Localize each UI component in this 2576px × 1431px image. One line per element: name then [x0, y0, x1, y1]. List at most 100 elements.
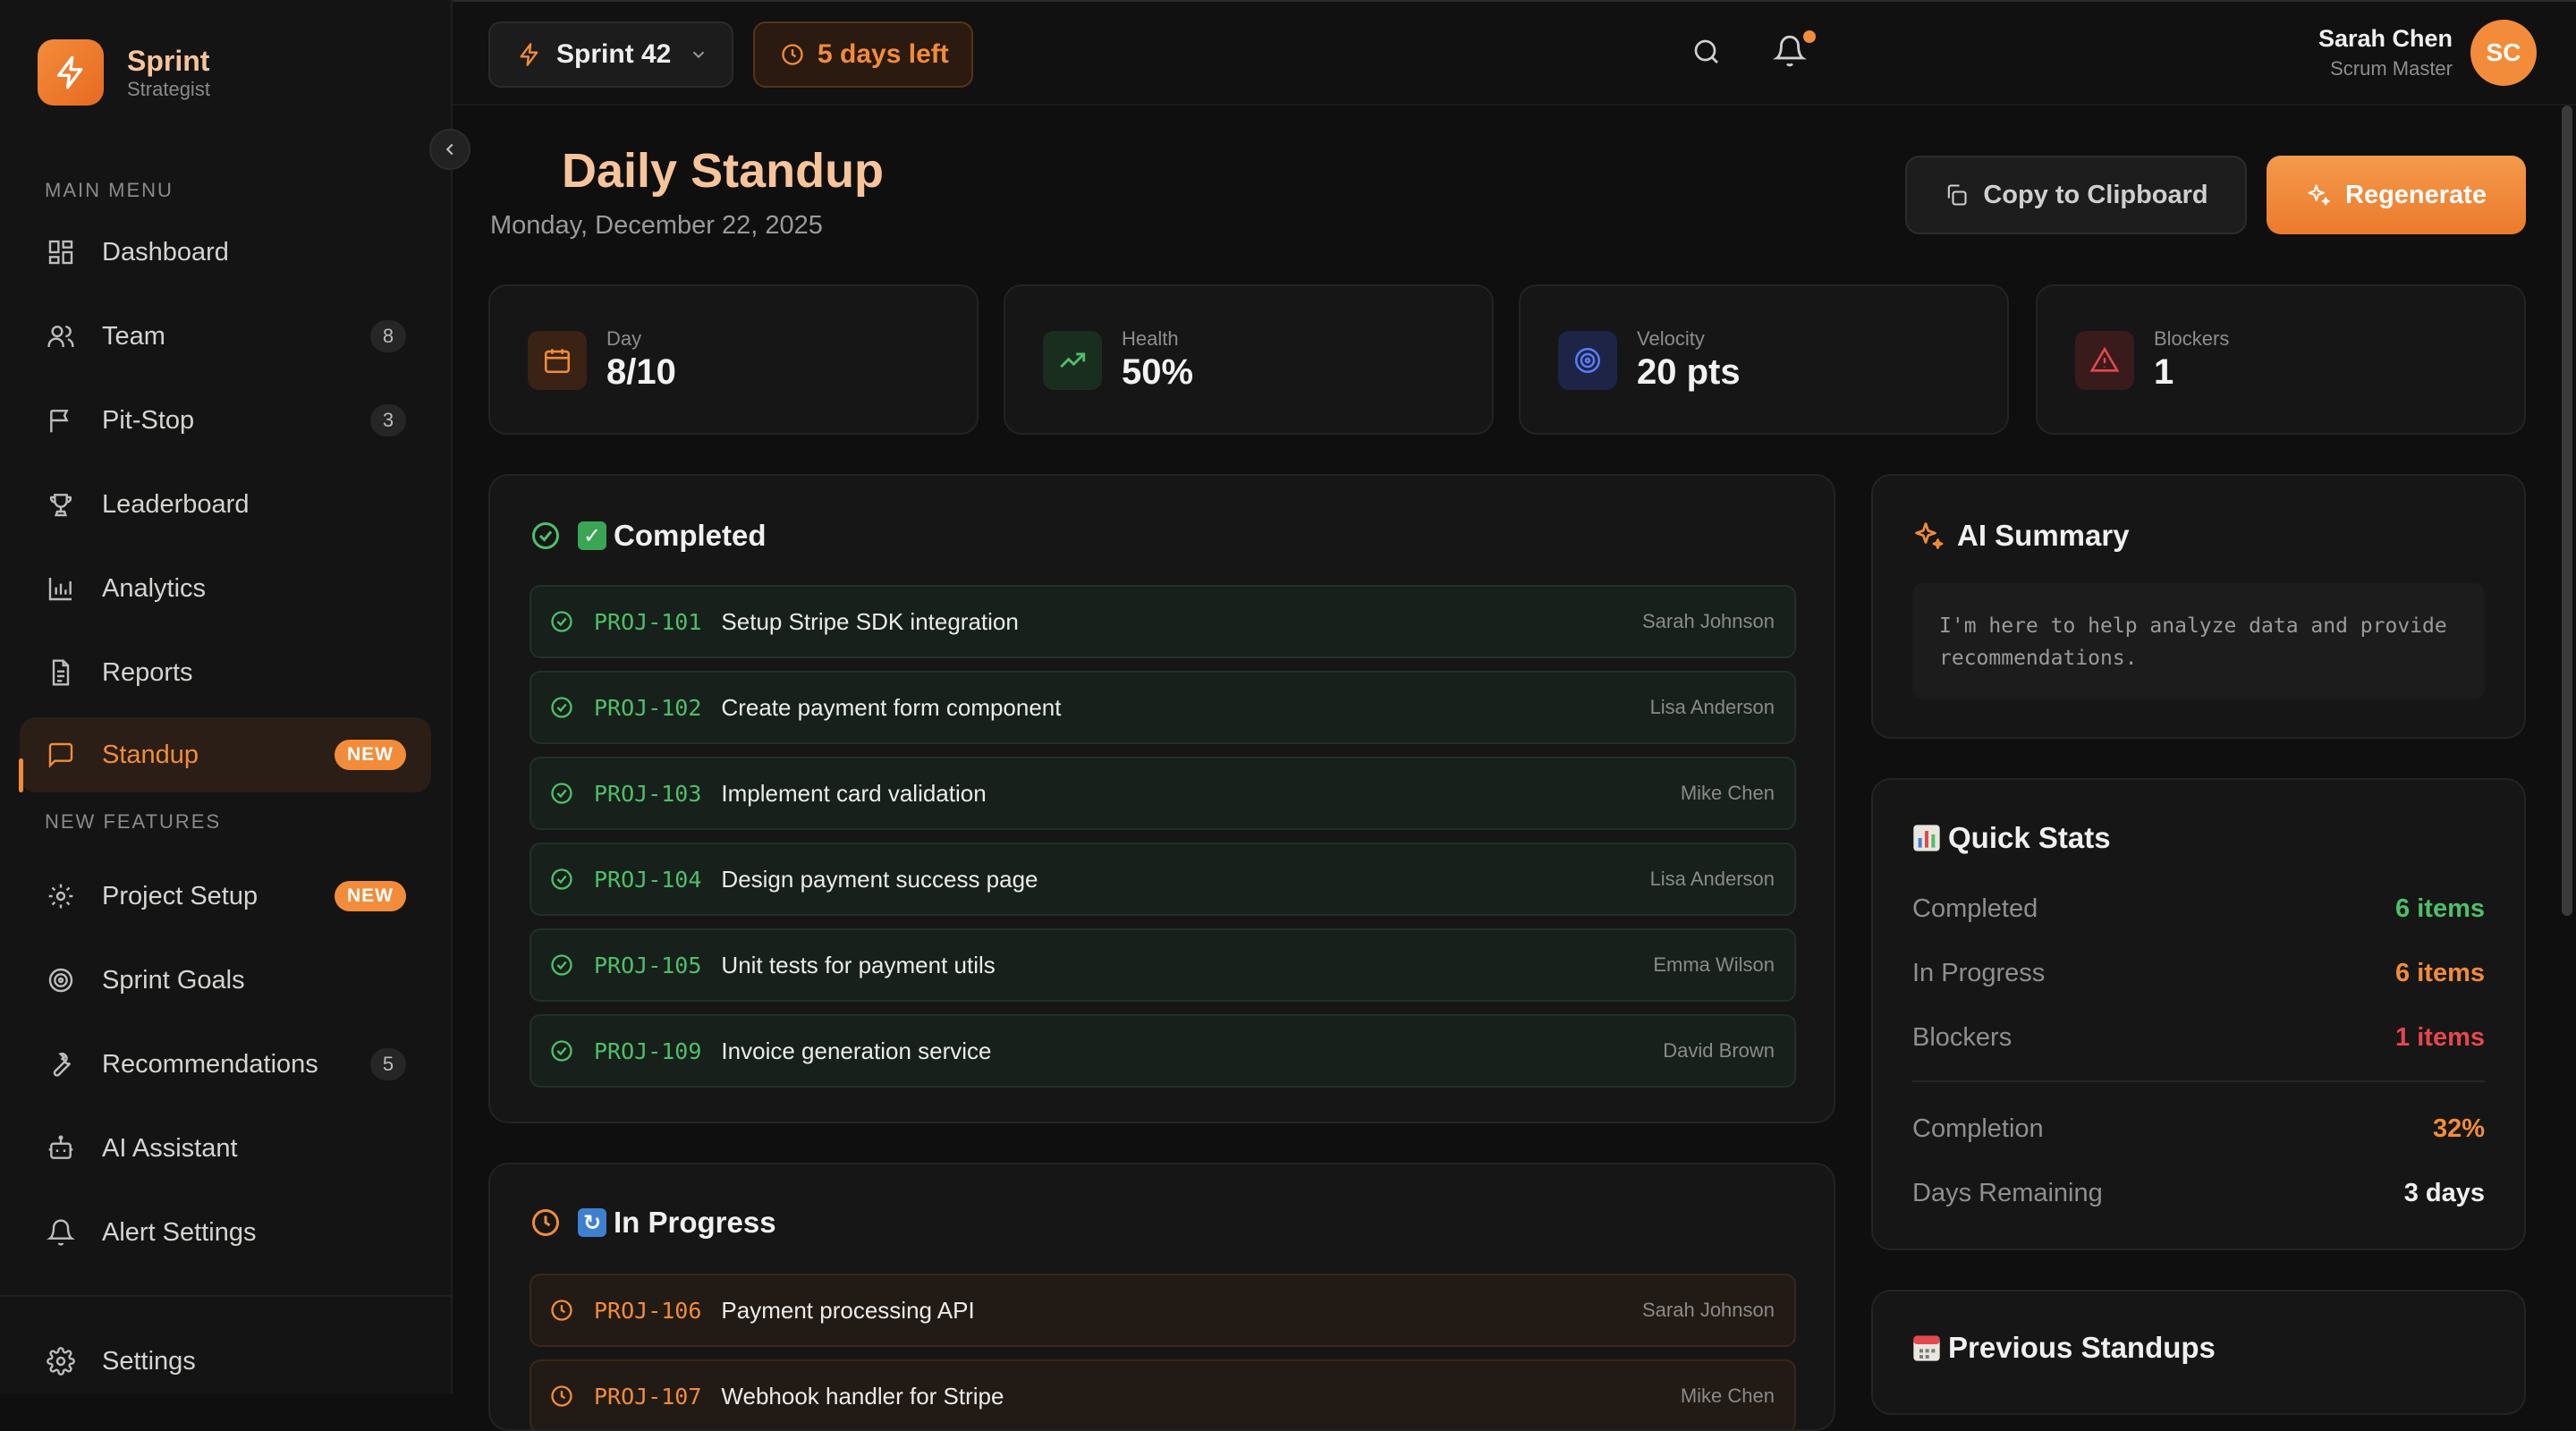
- sidebar-item-team[interactable]: Team 8: [20, 299, 431, 374]
- divider: [1912, 1080, 2485, 1082]
- sidebar-divider: [0, 1295, 453, 1297]
- collapse-sidebar-button[interactable]: [429, 129, 470, 170]
- copy-label: Copy to Clipboard: [1983, 180, 2208, 209]
- task-assignee: Mike Chen: [1680, 1384, 1775, 1407]
- target-icon: [1558, 331, 1617, 390]
- task-title: Setup Stripe SDK integration: [721, 607, 1019, 635]
- check-circle-icon: [549, 609, 574, 634]
- notification-dot: [1803, 30, 1816, 43]
- notifications-button[interactable]: [1773, 34, 1807, 68]
- stat-value: 8/10: [606, 352, 676, 392]
- quick-stat-value: 6 items: [2395, 894, 2485, 923]
- sidebar-item-ai-assistant[interactable]: AI Assistant: [20, 1111, 431, 1186]
- avatar[interactable]: SC: [2470, 20, 2537, 86]
- check-circle-icon: [549, 695, 574, 720]
- task-key: PROJ-105: [594, 952, 702, 978]
- copy-to-clipboard-button[interactable]: Copy to Clipboard: [1905, 156, 2247, 234]
- sidebar-item-label: Analytics: [102, 573, 207, 603]
- check-mark-emoji-icon: ✓: [578, 521, 606, 550]
- sparkles-icon: [1912, 520, 1945, 552]
- sidebar-item-project-setup[interactable]: Project Setup NEW: [20, 859, 431, 934]
- task-key: PROJ-107: [594, 1383, 702, 1410]
- days-left-label: 5 days left: [818, 39, 949, 69]
- copy-icon: [1944, 182, 1969, 207]
- gear-icon: [45, 1345, 77, 1377]
- panel-title: ✓ Completed: [530, 519, 767, 553]
- quick-stats-card: Quick Stats Completed 6 items In Progres…: [1871, 778, 2526, 1250]
- bar-chart-emoji-icon: [1912, 824, 1941, 852]
- task-row[interactable]: PROJ-104 Design payment success page Lis…: [530, 843, 1796, 916]
- sidebar-item-label: Dashboard: [102, 237, 229, 267]
- task-row[interactable]: PROJ-107 Webhook handler for Stripe Mike…: [530, 1359, 1796, 1429]
- dashboard-icon: [45, 236, 77, 268]
- card-title: AI Summary: [1912, 519, 2130, 553]
- sidebar-item-leaderboard[interactable]: Leaderboard: [20, 467, 431, 542]
- regenerate-button[interactable]: Regenerate: [2267, 156, 2526, 234]
- quick-stat-row: Completed 6 items: [1912, 894, 2485, 924]
- trophy-icon: [45, 488, 77, 521]
- new-badge: NEW: [335, 881, 406, 911]
- check-circle-icon: [549, 953, 574, 978]
- search-button[interactable]: [1690, 36, 1723, 68]
- task-row[interactable]: PROJ-103 Implement card validation Mike …: [530, 757, 1796, 830]
- sidebar-item-settings[interactable]: Settings: [20, 1324, 431, 1399]
- sidebar-item-sprint-goals[interactable]: Sprint Goals: [20, 943, 431, 1018]
- page-title: Daily Standup: [562, 144, 885, 198]
- task-row[interactable]: PROJ-105 Unit tests for payment utils Em…: [530, 928, 1796, 1002]
- sidebar-item-label: Pit-Stop: [102, 405, 195, 435]
- check-circle-icon: [549, 1038, 574, 1063]
- quick-stat-value: 3 days: [2403, 1179, 2485, 1207]
- sidebar-item-label: Settings: [102, 1346, 196, 1376]
- quick-stat-label: In Progress: [1912, 959, 2046, 987]
- bar-chart-icon: [45, 572, 77, 605]
- task-title: Unit tests for payment utils: [721, 951, 996, 978]
- user-role: Scrum Master: [2330, 57, 2453, 80]
- in-progress-panel: ↻ In Progress PROJ-106 Payment processin…: [488, 1163, 1835, 1431]
- sidebar-item-recommendations[interactable]: Recommendations 5: [20, 1027, 431, 1102]
- quick-stats-title: Quick Stats: [1948, 821, 2111, 854]
- sidebar: Sprint Strategist MAIN MENU Dashboard Te…: [0, 0, 453, 1393]
- brand-name: Sprint: [127, 45, 210, 77]
- sidebar-item-dashboard[interactable]: Dashboard: [20, 215, 431, 290]
- task-title: Invoice generation service: [721, 1037, 992, 1064]
- task-assignee: Lisa Anderson: [1649, 868, 1775, 890]
- alert-triangle-icon: [2075, 331, 2134, 390]
- quick-stat-label: Blockers: [1912, 1023, 2012, 1052]
- task-title: Design payment success page: [721, 865, 1038, 893]
- sidebar-item-label: Team: [102, 321, 165, 351]
- brand[interactable]: Sprint Strategist: [38, 39, 210, 106]
- count-badge: 8: [370, 320, 406, 352]
- previous-standups-card: Previous Standups: [1871, 1290, 2526, 1415]
- sprint-selector[interactable]: Sprint 42: [488, 21, 733, 88]
- task-assignee: Emma Wilson: [1653, 953, 1775, 976]
- task-row[interactable]: PROJ-102 Create payment form component L…: [530, 671, 1796, 744]
- sidebar-item-analytics[interactable]: Analytics: [20, 551, 431, 626]
- task-key: PROJ-109: [594, 1037, 702, 1064]
- main-menu-label: MAIN MENU: [45, 179, 174, 201]
- task-row[interactable]: PROJ-106 Payment processing API Sarah Jo…: [530, 1274, 1796, 1347]
- sidebar-item-label: AI Assistant: [102, 1133, 238, 1163]
- sidebar-item-pit-stop[interactable]: Pit-Stop 3: [20, 383, 431, 458]
- settings-icon: [45, 880, 77, 912]
- sidebar-item-reports[interactable]: Reports: [20, 635, 431, 710]
- quick-stat-row: Completion 32%: [1912, 1114, 2485, 1144]
- stat-label: Day: [606, 327, 642, 350]
- task-row[interactable]: PROJ-109 Invoice generation service Davi…: [530, 1014, 1796, 1088]
- sidebar-item-label: Recommendations: [102, 1049, 318, 1079]
- page-scrollbar[interactable]: [2562, 106, 2572, 916]
- new-features-label: NEW FEATURES: [45, 810, 222, 833]
- quick-stat-label: Days Remaining: [1912, 1179, 2103, 1207]
- sidebar-item-alert-settings[interactable]: Alert Settings: [20, 1195, 431, 1270]
- stat-label: Health: [1122, 327, 1179, 350]
- user-name: Sarah Chen: [2318, 25, 2453, 52]
- lightning-icon: [517, 42, 542, 67]
- sidebar-item-standup[interactable]: Standup NEW: [19, 717, 431, 792]
- trending-up-icon: [1043, 331, 1102, 390]
- task-title: Create payment form component: [721, 693, 1062, 721]
- stat-value: 50%: [1122, 352, 1194, 392]
- ai-summary-text: I'm here to help analyze data and provid…: [1912, 583, 2485, 699]
- task-assignee: Sarah Johnson: [1642, 610, 1775, 632]
- task-title: Implement card validation: [721, 779, 987, 807]
- task-row[interactable]: PROJ-101 Setup Stripe SDK integration Sa…: [530, 585, 1796, 658]
- sidebar-item-label: Leaderboard: [102, 489, 250, 519]
